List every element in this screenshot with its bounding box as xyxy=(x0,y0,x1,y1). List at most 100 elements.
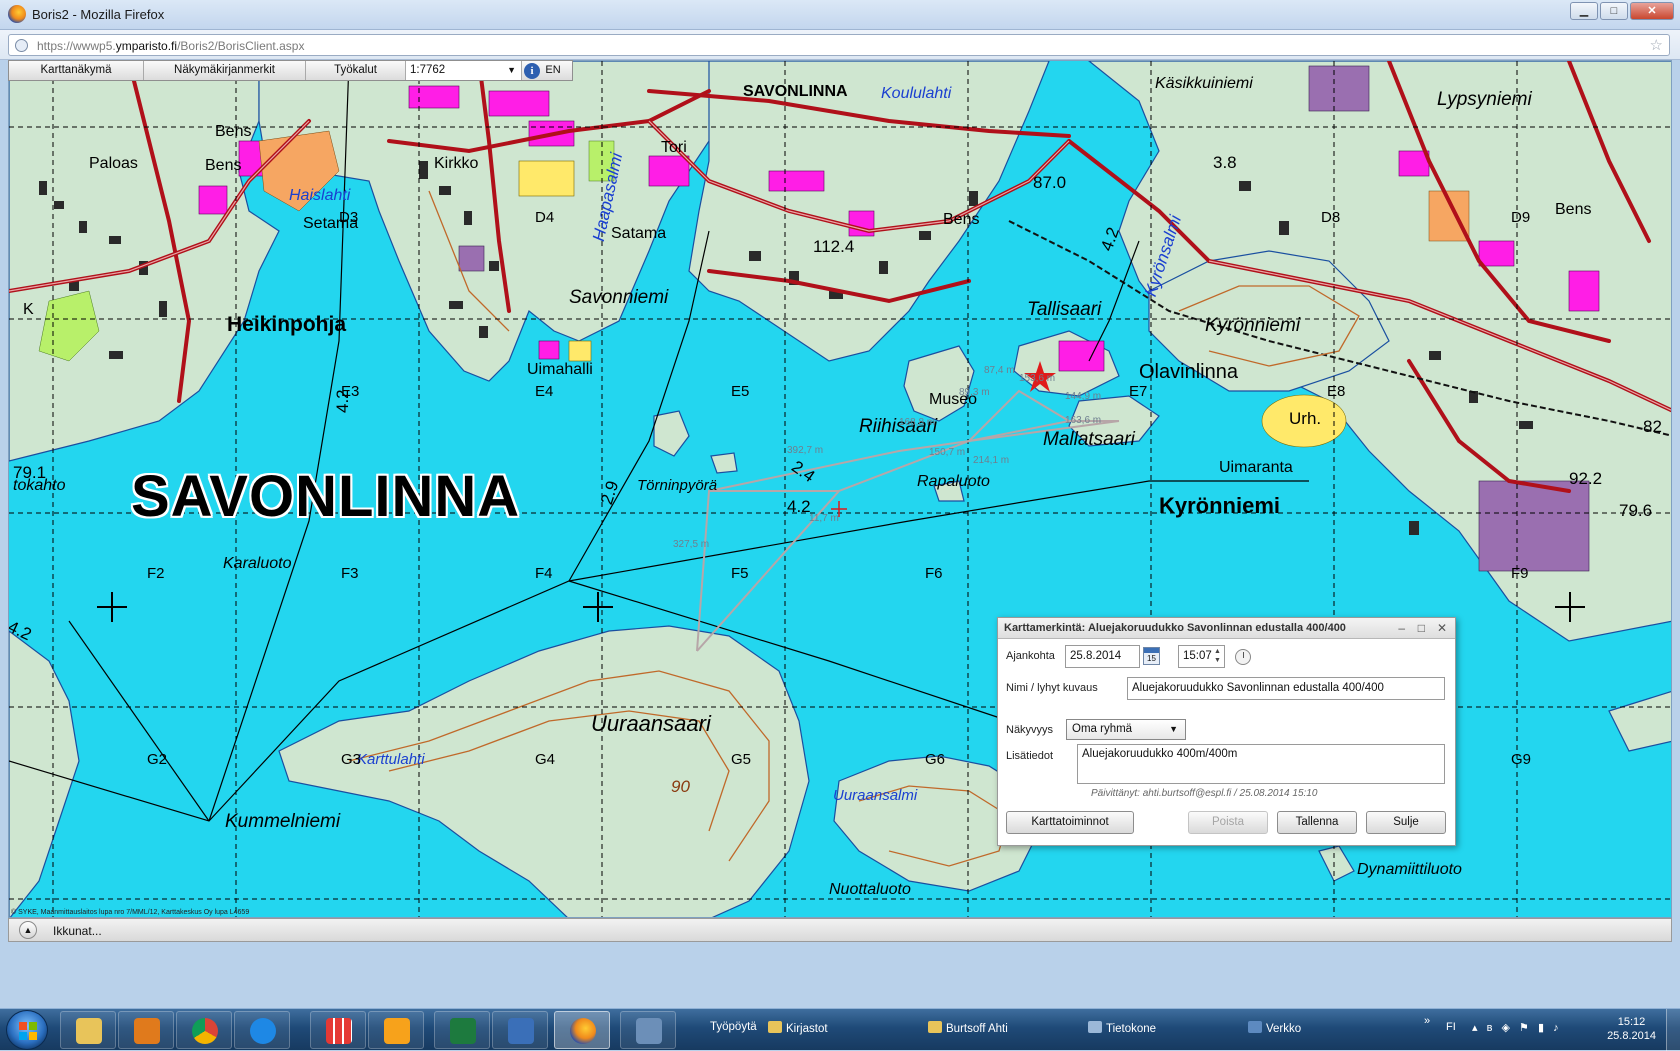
place-rapaluoto: Rapaluoto xyxy=(917,473,990,490)
start-button[interactable] xyxy=(6,1010,48,1050)
menu-tools[interactable]: Työkalut xyxy=(306,61,406,80)
site-identity-icon[interactable] xyxy=(15,39,28,52)
minimize-button[interactable]: ▁ xyxy=(1570,2,1598,20)
taskbar-desktop[interactable]: Työpöytä xyxy=(710,1021,757,1033)
place-kasikkuiniemi: Käsikkuiniemi xyxy=(1155,75,1253,92)
grid-label-g9: G9 xyxy=(1511,751,1532,768)
place-satama: Satama xyxy=(611,225,667,242)
details-textarea[interactable]: Aluejakoruudukko 400m/400m xyxy=(1077,744,1445,784)
measure-label: 11,7 m xyxy=(809,513,839,524)
clock-date: 25.8.2014 xyxy=(1607,1030,1656,1042)
bluetooth-icon[interactable]: ʙ xyxy=(1487,1022,1493,1034)
clock-icon[interactable] xyxy=(1235,649,1251,665)
map-canvas[interactable]: SAVONLINNA SAVONLINNA Heikinpohja Kyrönn… xyxy=(8,60,1672,918)
grid-label-f2: F2 xyxy=(147,565,165,582)
monitor-icon xyxy=(636,1018,662,1044)
ie-taskbar-icon[interactable] xyxy=(234,1011,290,1049)
dialog-titlebar[interactable]: Karttamerkintä: Aluejakoruudukko Savonli… xyxy=(998,618,1455,639)
dialog-close-icon[interactable]: ✕ xyxy=(1437,618,1447,639)
windows-logo-icon xyxy=(19,1022,37,1040)
district-label: SAVONLINNA xyxy=(743,83,848,100)
menu-view-bookmarks[interactable]: Näkymäkirjanmerkit xyxy=(144,61,306,80)
window-controls: ▁ □ ✕ xyxy=(1568,2,1674,20)
close-window-button[interactable]: ✕ xyxy=(1630,2,1674,20)
media-player-taskbar-icon[interactable] xyxy=(118,1011,174,1049)
input-language[interactable]: FI xyxy=(1446,1021,1456,1033)
firefox-taskbar-icon[interactable] xyxy=(554,1011,610,1049)
close-dialog-button[interactable]: Sulje xyxy=(1366,811,1446,834)
volume-icon[interactable]: ♪ xyxy=(1553,1022,1559,1034)
expand-icon[interactable]: ▲ xyxy=(19,921,37,939)
address-bar[interactable]: https://wwwp5.ymparisto.fi/Boris2/BorisC… xyxy=(8,34,1670,56)
windows-panel-label[interactable]: Ikkunat... xyxy=(53,924,102,938)
calendar-icon[interactable]: 15 xyxy=(1143,647,1160,665)
language-toggle[interactable]: EN xyxy=(542,61,564,80)
place-kummelniemi: Kummelniemi xyxy=(225,811,341,832)
excel-taskbar-icon[interactable] xyxy=(434,1011,490,1049)
maximize-button[interactable]: □ xyxy=(1600,2,1628,20)
taskbar-network[interactable]: Verkko xyxy=(1248,1021,1301,1035)
delete-button[interactable]: Poista xyxy=(1188,811,1268,834)
taskbar-user-folder[interactable]: Burtsoff Ahti xyxy=(928,1021,1008,1035)
taskbar-kirjastot[interactable]: Kirjastot xyxy=(768,1021,828,1035)
place-kirkko: Kirkko xyxy=(434,155,479,172)
name-label: Nimi / lyhyt kuvaus xyxy=(1006,682,1098,694)
taskbar-overflow[interactable]: » xyxy=(1424,1015,1430,1027)
name-field[interactable]: Aluejakoruudukko Savonlinnan edustalla 4… xyxy=(1127,677,1445,700)
menu-map-view[interactable]: Karttanäkymä xyxy=(9,61,144,80)
chrome-taskbar-icon[interactable] xyxy=(176,1011,232,1049)
visibility-label: Näkyvyys xyxy=(1006,724,1054,736)
height-label: 82 xyxy=(1643,417,1662,436)
taskbar-computer[interactable]: Tietokone xyxy=(1088,1021,1156,1035)
dialog-minimize-icon[interactable]: – xyxy=(1398,618,1405,639)
time-stepper-icon[interactable]: ▲ ▼ xyxy=(1214,647,1223,666)
internet-explorer-icon xyxy=(250,1018,276,1044)
date-field[interactable]: 25.8.2014 xyxy=(1065,645,1140,668)
clock-time: 15:12 xyxy=(1617,1016,1646,1028)
network-app-taskbar-icon[interactable] xyxy=(620,1011,676,1049)
place-mallatsaari: Mallatsaari xyxy=(1043,429,1135,450)
height-label: 79.6 xyxy=(1619,501,1653,520)
grid-label-d8: D8 xyxy=(1321,209,1341,226)
outlook-taskbar-icon[interactable] xyxy=(368,1011,424,1049)
explorer-taskbar-icon[interactable] xyxy=(60,1011,116,1049)
place-tallisaari: Tallisaari xyxy=(1027,299,1102,320)
town-label: SAVONLINNA xyxy=(131,464,521,529)
play-icon xyxy=(134,1018,160,1044)
taskbar-clock[interactable]: 15:12 25.8.2014 xyxy=(1607,1015,1656,1043)
height-label: 90 xyxy=(671,777,690,796)
place-tornipyora: Törninpyörä xyxy=(637,477,718,494)
place-lypsyniemi: Lypsyniemi xyxy=(1437,89,1532,110)
bens-label-2: Bens xyxy=(205,157,242,174)
map-actions-button[interactable]: Karttatoiminnot xyxy=(1006,811,1134,834)
grid-label-e4: E4 xyxy=(535,383,554,400)
bookmark-star-icon[interactable]: ☆ xyxy=(1650,36,1663,54)
apps-taskbar-icon[interactable] xyxy=(310,1011,366,1049)
water-karttulahti: Karttulahti xyxy=(357,751,425,768)
save-button[interactable]: Tallenna xyxy=(1277,811,1357,834)
flag-icon[interactable]: ⚑ xyxy=(1519,1022,1529,1034)
computer-icon xyxy=(1088,1021,1102,1033)
depth-label: 3.8 xyxy=(1213,153,1237,172)
app-toolbar: Karttanäkymä Näkymäkirjanmerkit Työkalut… xyxy=(8,60,573,81)
app-taskbar-icon[interactable] xyxy=(492,1011,548,1049)
visibility-select[interactable]: Oma ryhmä ▼ xyxy=(1066,719,1186,740)
info-button[interactable]: i xyxy=(522,61,542,80)
place-paloas: Paloas xyxy=(89,155,138,172)
grid-label-g5: G5 xyxy=(731,751,752,768)
signal-icon[interactable]: ▮ xyxy=(1538,1022,1544,1034)
dialog-maximize-icon[interactable]: □ xyxy=(1418,618,1425,639)
excel-icon xyxy=(450,1018,476,1044)
grid-label-e7: E7 xyxy=(1129,383,1148,400)
window-titlebar: Boris2 - Mozilla Firefox ▁ □ ✕ xyxy=(0,0,1680,30)
shield-icon[interactable]: ◈ xyxy=(1502,1022,1510,1034)
scale-select[interactable]: 1:7762 ▼ xyxy=(406,61,522,80)
height-label: 112.4 xyxy=(813,237,855,256)
place-urh: Urh. xyxy=(1289,409,1322,428)
show-desktop-button[interactable] xyxy=(1666,1009,1680,1051)
scale-value: 1:7762 xyxy=(410,64,446,76)
depth-label: 4.2 xyxy=(333,389,352,413)
bens-label-3: Bens xyxy=(943,211,980,228)
chevron-up-icon[interactable]: ▴ xyxy=(1472,1022,1478,1034)
place-k: K xyxy=(23,301,34,318)
